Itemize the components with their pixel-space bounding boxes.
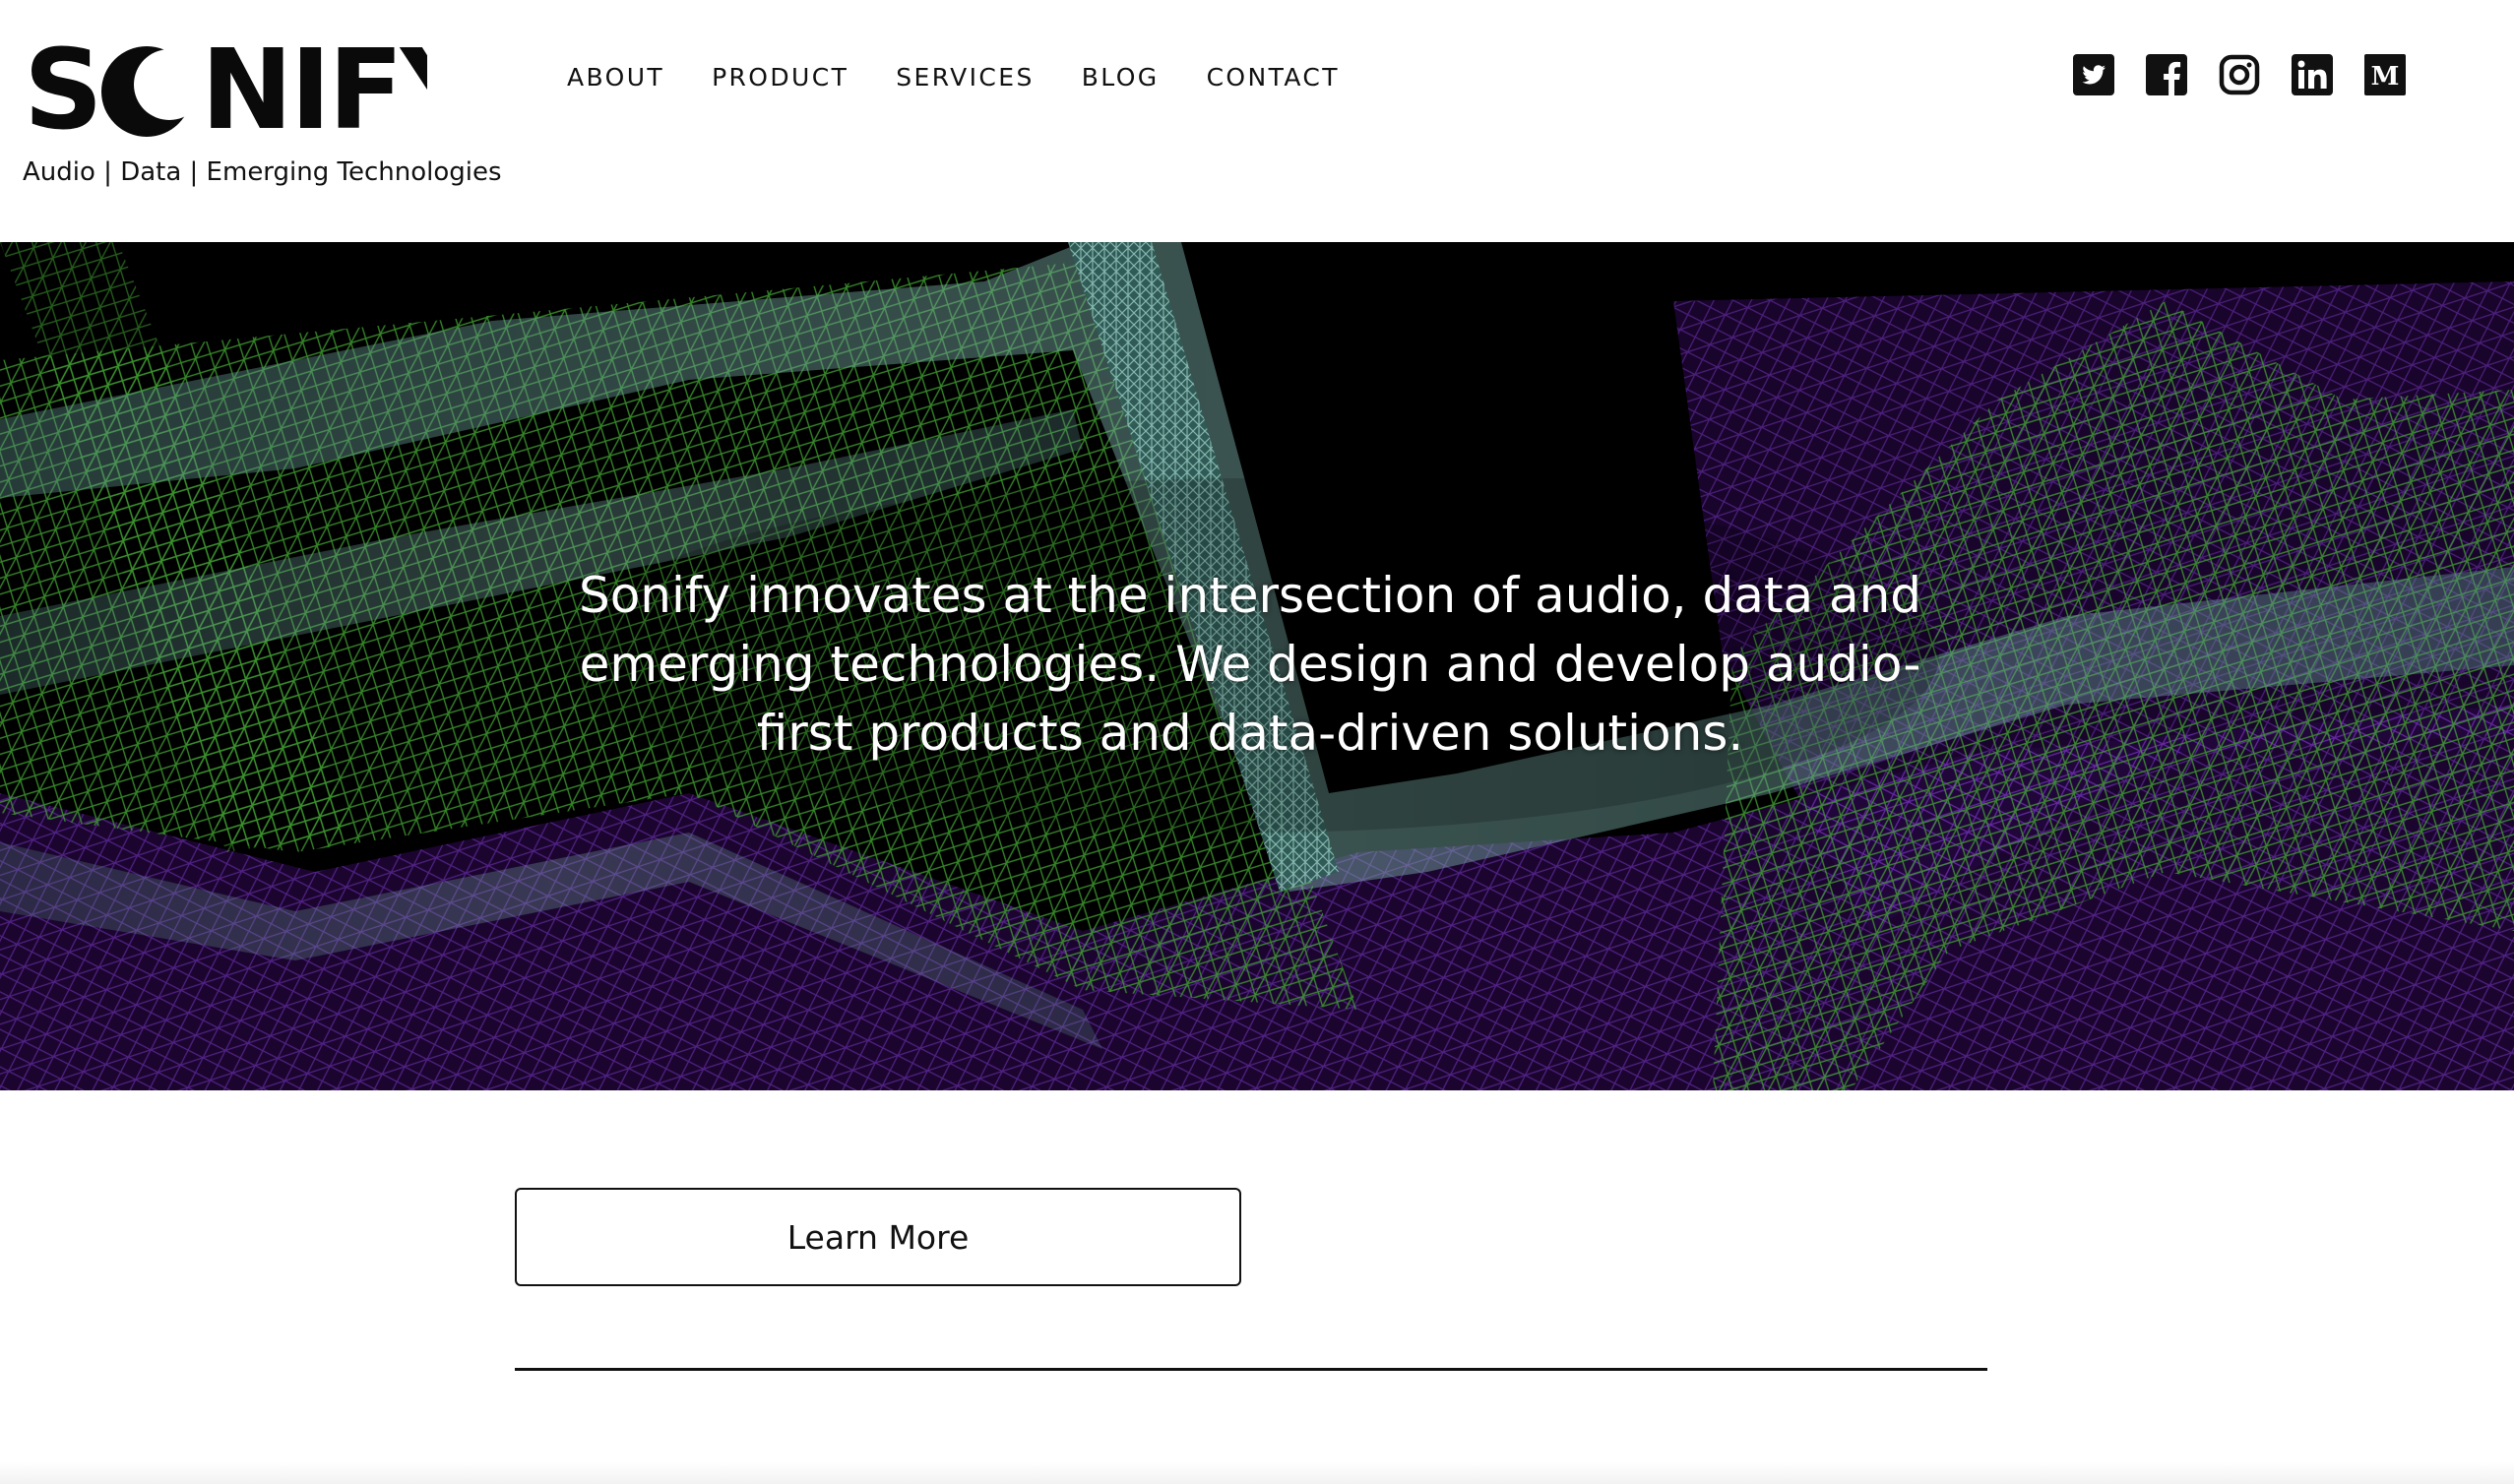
nav-item-contact[interactable]: CONTACT xyxy=(1207,63,1340,92)
sonify-logo[interactable]: S NIFY xyxy=(24,27,485,155)
linkedin-icon[interactable] xyxy=(2292,54,2333,95)
svg-text:M: M xyxy=(2371,62,2400,92)
main-nav: ABOUT PRODUCT SERVICES BLOG CONTACT xyxy=(567,63,1387,92)
medium-icon[interactable]: M xyxy=(2364,54,2406,95)
hero-banner: Sonify innovates at the intersection of … xyxy=(0,242,2514,1090)
page: S NIFY Audio | Data | Emerging Technolog… xyxy=(0,0,2514,1484)
sonify-logo-mark: S NIFY xyxy=(24,27,485,155)
social-links: M xyxy=(2073,54,2437,95)
nav-item-services[interactable]: SERVICES xyxy=(896,63,1034,92)
nav-item-product[interactable]: PRODUCT xyxy=(712,63,848,92)
section-divider xyxy=(515,1368,1987,1371)
learn-more-button[interactable]: Learn More xyxy=(515,1188,1241,1286)
svg-text:NIFY: NIFY xyxy=(201,35,427,144)
hero-headline: Sonify innovates at the intersection of … xyxy=(578,567,1922,762)
facebook-icon[interactable] xyxy=(2146,54,2187,95)
instagram-icon[interactable] xyxy=(2219,54,2260,95)
svg-text:S: S xyxy=(24,35,100,144)
site-header: S NIFY Audio | Data | Emerging Technolog… xyxy=(0,0,2514,242)
tagline: Audio | Data | Emerging Technologies xyxy=(23,157,502,187)
nav-item-blog[interactable]: BLOG xyxy=(1082,63,1160,92)
nav-item-about[interactable]: ABOUT xyxy=(567,63,664,92)
twitter-icon[interactable] xyxy=(2073,54,2114,95)
page-bottom-edge xyxy=(0,1462,2514,1484)
